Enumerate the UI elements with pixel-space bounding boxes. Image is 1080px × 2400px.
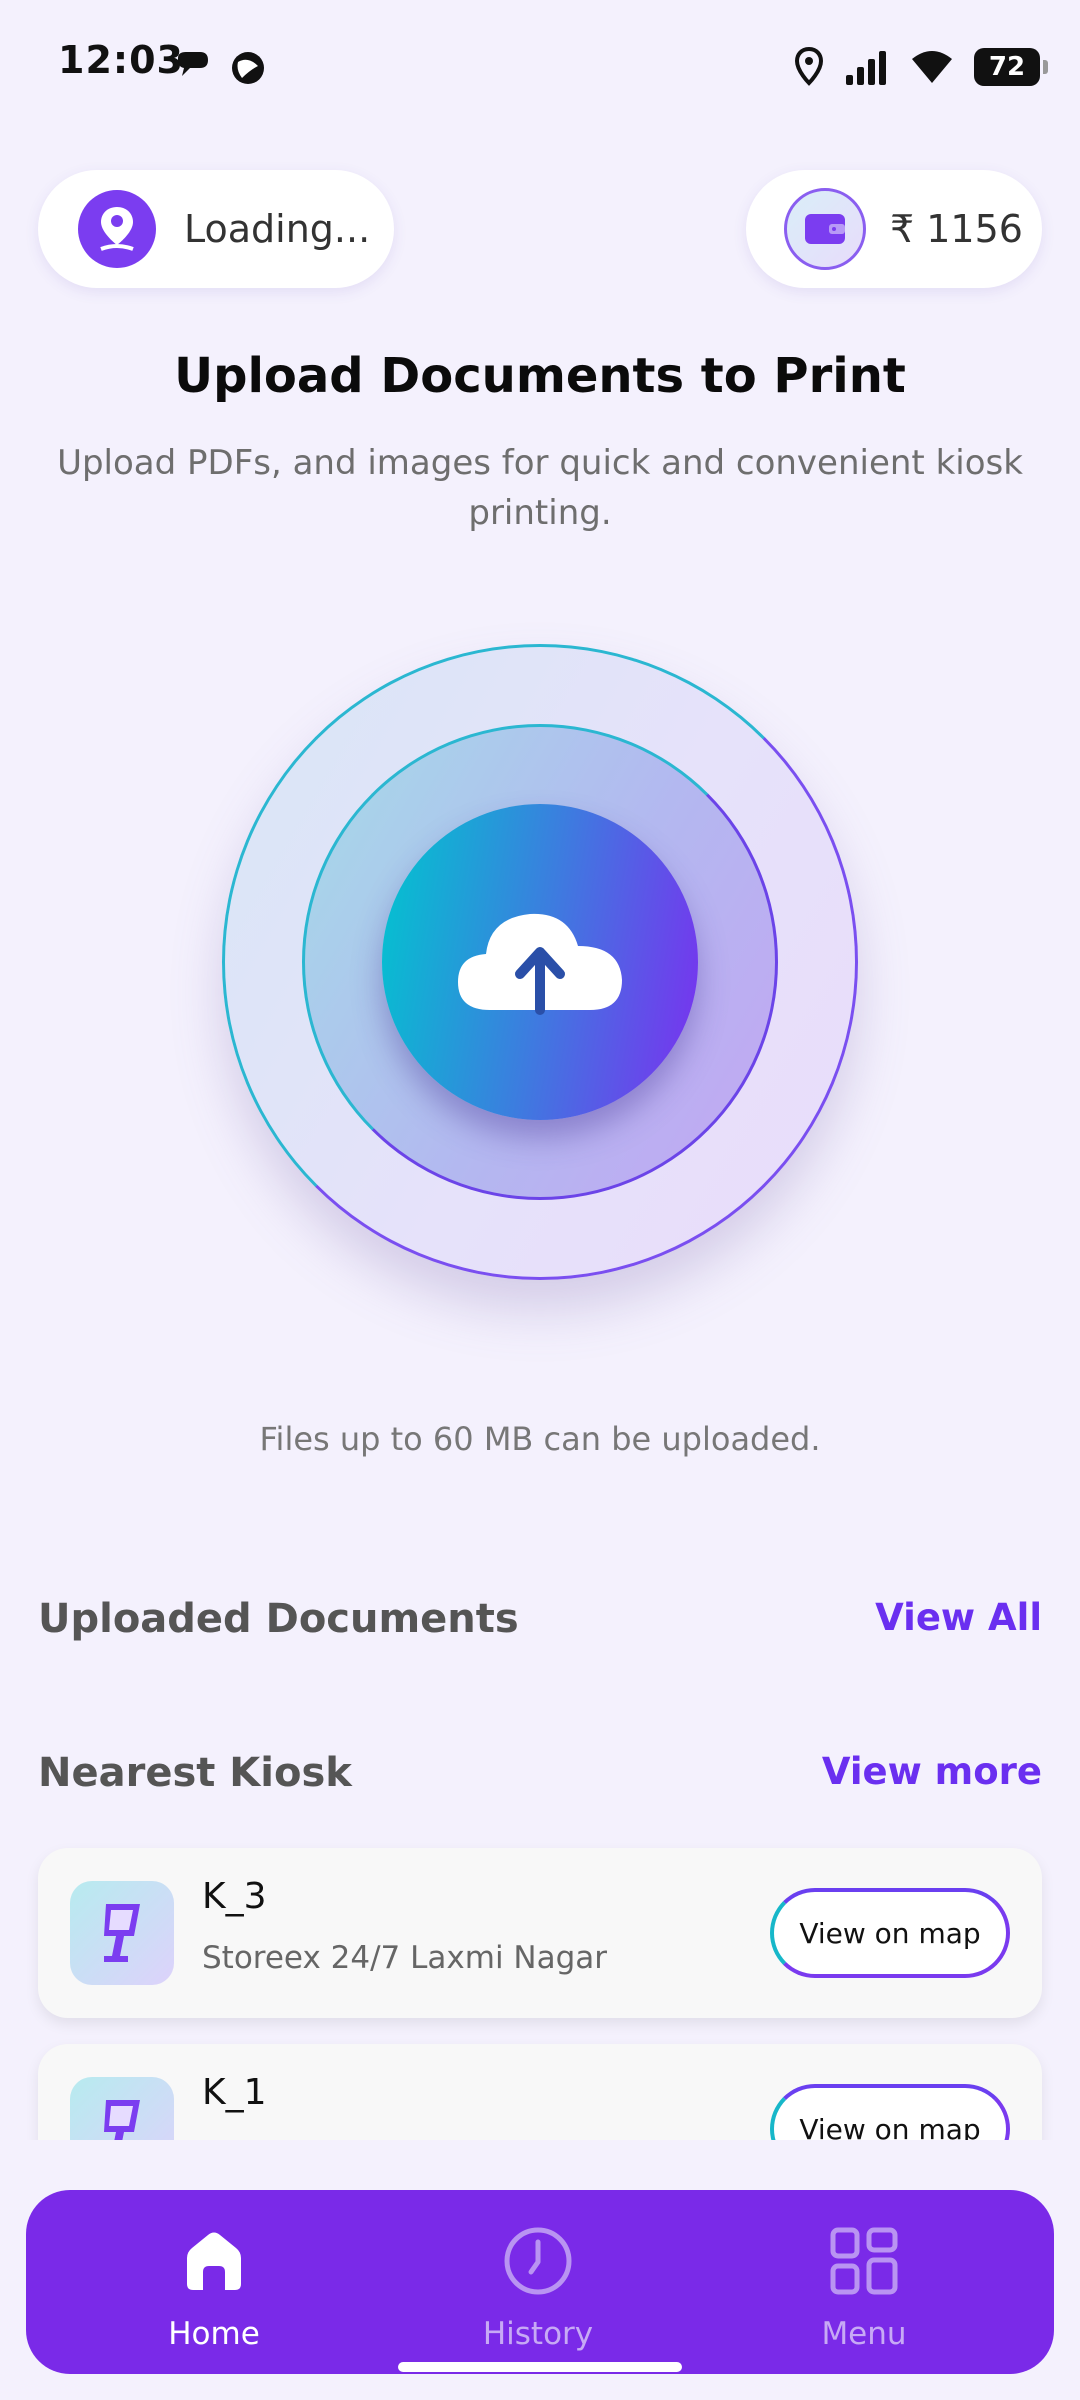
wallet-amount: ₹ 1156 xyxy=(890,207,1023,251)
signal-icon xyxy=(846,51,886,85)
nav-home-label: Home xyxy=(168,2316,260,2352)
nav-home[interactable]: Home xyxy=(104,2210,324,2360)
status-time: 12:03 xyxy=(58,38,184,82)
cloud-upload-icon xyxy=(458,913,622,1015)
view-on-map-button[interactable]: View on map xyxy=(770,2084,1010,2140)
home-icon xyxy=(187,2232,241,2290)
nav-menu-label: Menu xyxy=(821,2316,907,2352)
view-more-link[interactable]: View more xyxy=(822,1750,1042,1793)
view-on-map-button[interactable]: View on map xyxy=(770,1888,1010,1978)
status-right-icons: 72 xyxy=(794,42,1048,92)
browser-icon xyxy=(232,52,264,84)
wifi-icon xyxy=(912,51,952,83)
wallet-balance[interactable]: ₹ 1156 xyxy=(746,170,1042,288)
bottom-navigation: Home History Menu xyxy=(26,2190,1054,2374)
page-subtitle: Upload PDFs, and images for quick and co… xyxy=(57,443,1023,533)
kiosk-icon xyxy=(70,1881,174,1985)
kiosk-card[interactable]: K_3 Storeex 24/7 Laxmi Nagar View on map xyxy=(38,1848,1042,2018)
home-indicator[interactable] xyxy=(398,2362,682,2372)
kiosk-icon xyxy=(70,2077,174,2140)
clock-icon xyxy=(504,2227,572,2295)
status-bar: 12:03 72 xyxy=(0,0,1080,130)
uploaded-documents-title: Uploaded Documents xyxy=(38,1596,519,1642)
battery-level: 72 xyxy=(988,52,1026,82)
kiosk-address: Storeex 24/7 Laxmi Nagar xyxy=(202,1940,608,1976)
upload-area[interactable] xyxy=(222,644,858,1280)
upload-button[interactable] xyxy=(382,804,698,1120)
kiosk-card[interactable]: K_1 View on map xyxy=(38,2044,1042,2140)
grid-icon xyxy=(830,2227,898,2295)
page-title: Upload Documents to Print xyxy=(174,348,906,404)
wallet-icon xyxy=(784,188,866,270)
nav-history-label: History xyxy=(482,2316,594,2352)
location-status-icon xyxy=(794,47,824,86)
kiosk-name: K_3 xyxy=(202,1876,267,1917)
view-all-link[interactable]: View All xyxy=(875,1596,1042,1639)
location-pin-icon xyxy=(78,190,156,268)
location-selector[interactable]: Loading... xyxy=(38,170,394,288)
chat-bubble-icon xyxy=(178,52,208,76)
nearest-kiosk-title: Nearest Kiosk xyxy=(38,1750,352,1796)
kiosk-list[interactable]: K_3 Storeex 24/7 Laxmi Nagar View on map… xyxy=(0,1820,1080,2140)
location-text: Loading... xyxy=(184,207,371,251)
kiosk-name: K_1 xyxy=(202,2072,267,2113)
upload-size-note: Files up to 60 MB can be uploaded. xyxy=(259,1420,821,1458)
nav-history[interactable]: History xyxy=(428,2210,648,2360)
nav-menu[interactable]: Menu xyxy=(754,2210,974,2360)
battery-icon: 72 xyxy=(974,48,1048,86)
